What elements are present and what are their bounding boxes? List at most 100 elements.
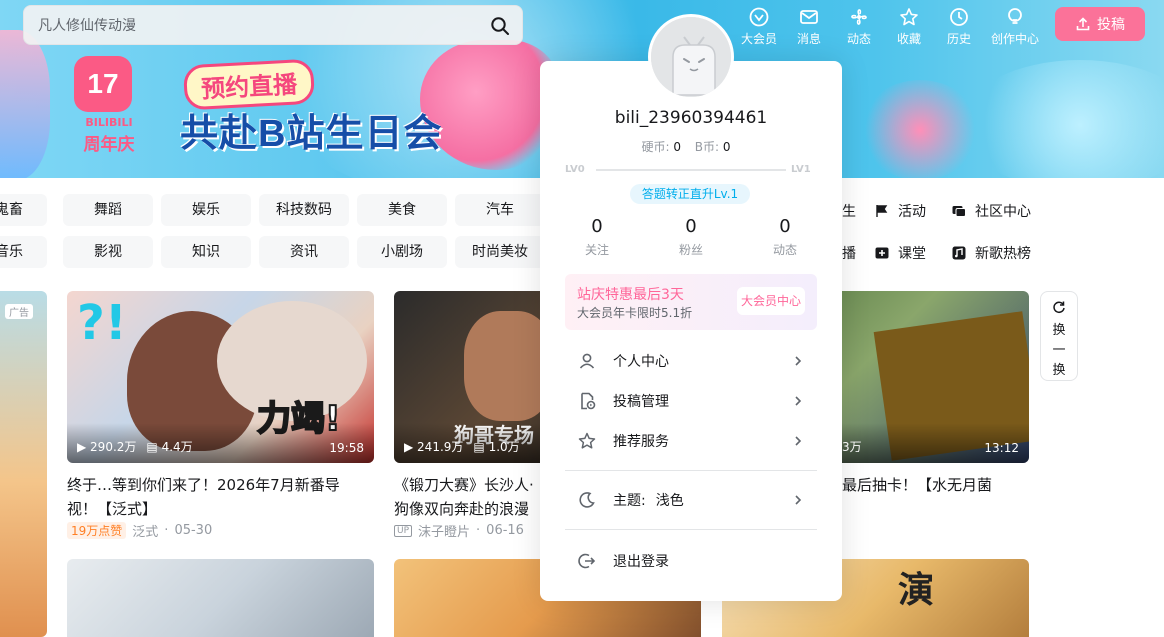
nav-creator-center[interactable]: 创作中心 [984, 4, 1046, 47]
anniversary-logo-text: 周年庆 [83, 135, 135, 155]
link-activity-label: 活动 [898, 204, 926, 220]
menu-label: 投稿管理 [613, 394, 669, 410]
upload-button-label: 投稿 [1097, 17, 1125, 33]
thumbnail-art: ?! [77, 295, 127, 351]
coin-label: 硬币: [641, 140, 670, 154]
ad-label: 广告 [5, 304, 33, 319]
username[interactable]: bili_23960394461 [540, 108, 842, 128]
chevron-right-icon [795, 356, 802, 366]
chevron-right-icon [795, 436, 802, 446]
video-meta: UP 沫子瞪片 · 06-16 [394, 521, 524, 540]
nav-vip[interactable]: 大会员 [734, 4, 784, 47]
star-icon [900, 8, 918, 26]
nav-dynamics-label: 动态 [846, 32, 871, 46]
count-label: 动态 [772, 243, 797, 257]
category-fashion[interactable]: 时尚美妆 [455, 236, 545, 268]
category-mini-theater[interactable]: 小剧场 [357, 236, 447, 268]
video-thumbnail[interactable]: 力竭! ?! ▶ 290.2万 ▤ 4.4万 19:58 [67, 291, 374, 463]
menu-upload-management[interactable]: 投稿管理 [565, 381, 817, 421]
category-dance[interactable]: 舞蹈 [63, 194, 153, 226]
link-class[interactable]: 课堂 [874, 243, 926, 263]
video-date: 06-16 [486, 523, 524, 538]
count-value: 0 [591, 216, 603, 237]
music-icon [952, 246, 966, 260]
followers-count[interactable]: 0 粉丝 [651, 216, 731, 258]
logout-icon [578, 553, 596, 569]
video-title[interactable]: 最后抽卡！【水无月菌 [842, 473, 1032, 497]
link-community[interactable]: 社区中心 [951, 201, 1031, 221]
category-film[interactable]: 影视 [63, 236, 153, 268]
avatar[interactable] [648, 14, 734, 100]
refresh-char: 换 [1052, 323, 1066, 338]
category-food[interactable]: 美食 [357, 194, 447, 226]
vip-promo-subtitle: 大会员年卡限时5.1折 [577, 306, 693, 320]
video-meta: 19万点赞 泛式 · 05-30 [67, 521, 212, 540]
play-count: ▶ 241.9万 [404, 440, 464, 454]
top-nav: 大会员 消息 动态 收藏 历史 创作中心 [734, 4, 1046, 47]
theme-value: 浅色 [655, 493, 684, 509]
up-icon: UP [394, 524, 413, 537]
upload-button[interactable]: 投稿 [1055, 7, 1145, 41]
video-thumbnail[interactable] [67, 559, 374, 637]
link-community-label: 社区中心 [975, 204, 1031, 220]
anniversary-logo-brand: BILIBILI [85, 116, 133, 129]
menu-theme[interactable]: 主题: 浅色 [565, 480, 817, 520]
menu-label: 推荐服务 [613, 434, 669, 450]
video-duration: 19:58 [329, 441, 364, 455]
menu-label: 个人中心 [613, 354, 669, 370]
nav-vip-label: 大会员 [740, 32, 777, 46]
nav-history[interactable]: 历史 [934, 4, 984, 47]
level-next: LV1 [791, 164, 811, 175]
search-icon[interactable] [490, 16, 510, 36]
like-badge: 19万点赞 [67, 522, 127, 539]
count-label: 粉丝 [678, 243, 703, 257]
menu-recommend-service[interactable]: 推荐服务 [565, 421, 817, 461]
menu-personal-center[interactable]: 个人中心 [565, 341, 817, 381]
vip-center-button[interactable]: 大会员中心 [737, 287, 805, 315]
video-author[interactable]: 沫子瞪片 [418, 521, 470, 540]
level-progress-bar [596, 169, 786, 171]
menu-logout[interactable]: 退出登录 [565, 541, 817, 581]
danmaku-count: 3万 [842, 440, 862, 454]
refresh-icon [1053, 301, 1065, 314]
video-title[interactable]: 终于…等到你们来了！2026年7月新番导视！【泛式】 [67, 473, 367, 521]
category-knowledge[interactable]: 知识 [161, 236, 251, 268]
link-activity[interactable]: 活动 [874, 201, 926, 221]
banner-title: 共赴B站生日会 [180, 113, 443, 155]
category-entertainment[interactable]: 娱乐 [161, 194, 251, 226]
video-title[interactable]: 《锻刀大赛》长沙人·狗像双向奔赴的浪漫 [394, 473, 540, 521]
user-icon [579, 353, 595, 369]
search-input[interactable] [24, 6, 484, 44]
search-bar [23, 5, 523, 45]
banner-sparkle [960, 60, 1164, 178]
link-partial-row1[interactable]: 生 [842, 201, 856, 221]
refresh-button[interactable]: 换 一 换 [1040, 291, 1078, 381]
video-author[interactable]: 泛式 [132, 521, 158, 540]
nav-favorites[interactable]: 收藏 [884, 4, 934, 47]
count-value: 0 [685, 216, 697, 237]
video-stats: ▶ 290.2万 ▤ 4.4万 19:58 [67, 423, 374, 463]
category-music[interactable]: 音乐 [0, 236, 47, 268]
link-new-songs[interactable]: 新歌热榜 [951, 243, 1031, 263]
message-icon [800, 10, 818, 24]
menu-divider [565, 529, 817, 530]
category-kichiku[interactable]: 鬼畜 [0, 194, 47, 226]
category-tech[interactable]: 科技数码 [259, 194, 349, 226]
nav-favorites-label: 收藏 [896, 32, 921, 46]
coin-value: 0 [673, 140, 681, 154]
nav-dynamics[interactable]: 动态 [834, 4, 884, 47]
moon-icon [579, 492, 595, 508]
level-upgrade-tag[interactable]: 答题转正直升Lv.1 [630, 184, 750, 204]
category-car[interactable]: 汽车 [455, 194, 545, 226]
clock-icon [950, 8, 968, 26]
menu-label: 退出登录 [613, 554, 669, 570]
nav-history-label: 历史 [946, 32, 971, 46]
video-date: 05-30 [174, 523, 213, 538]
link-partial-row2[interactable]: 播 [842, 243, 856, 263]
nav-messages[interactable]: 消息 [784, 4, 834, 47]
fan-icon [851, 9, 867, 25]
ad-card[interactable]: 广告 [0, 291, 47, 637]
dynamics-count[interactable]: 0 动态 [745, 216, 825, 258]
category-news[interactable]: 资讯 [259, 236, 349, 268]
following-count[interactable]: 0 关注 [557, 216, 637, 258]
